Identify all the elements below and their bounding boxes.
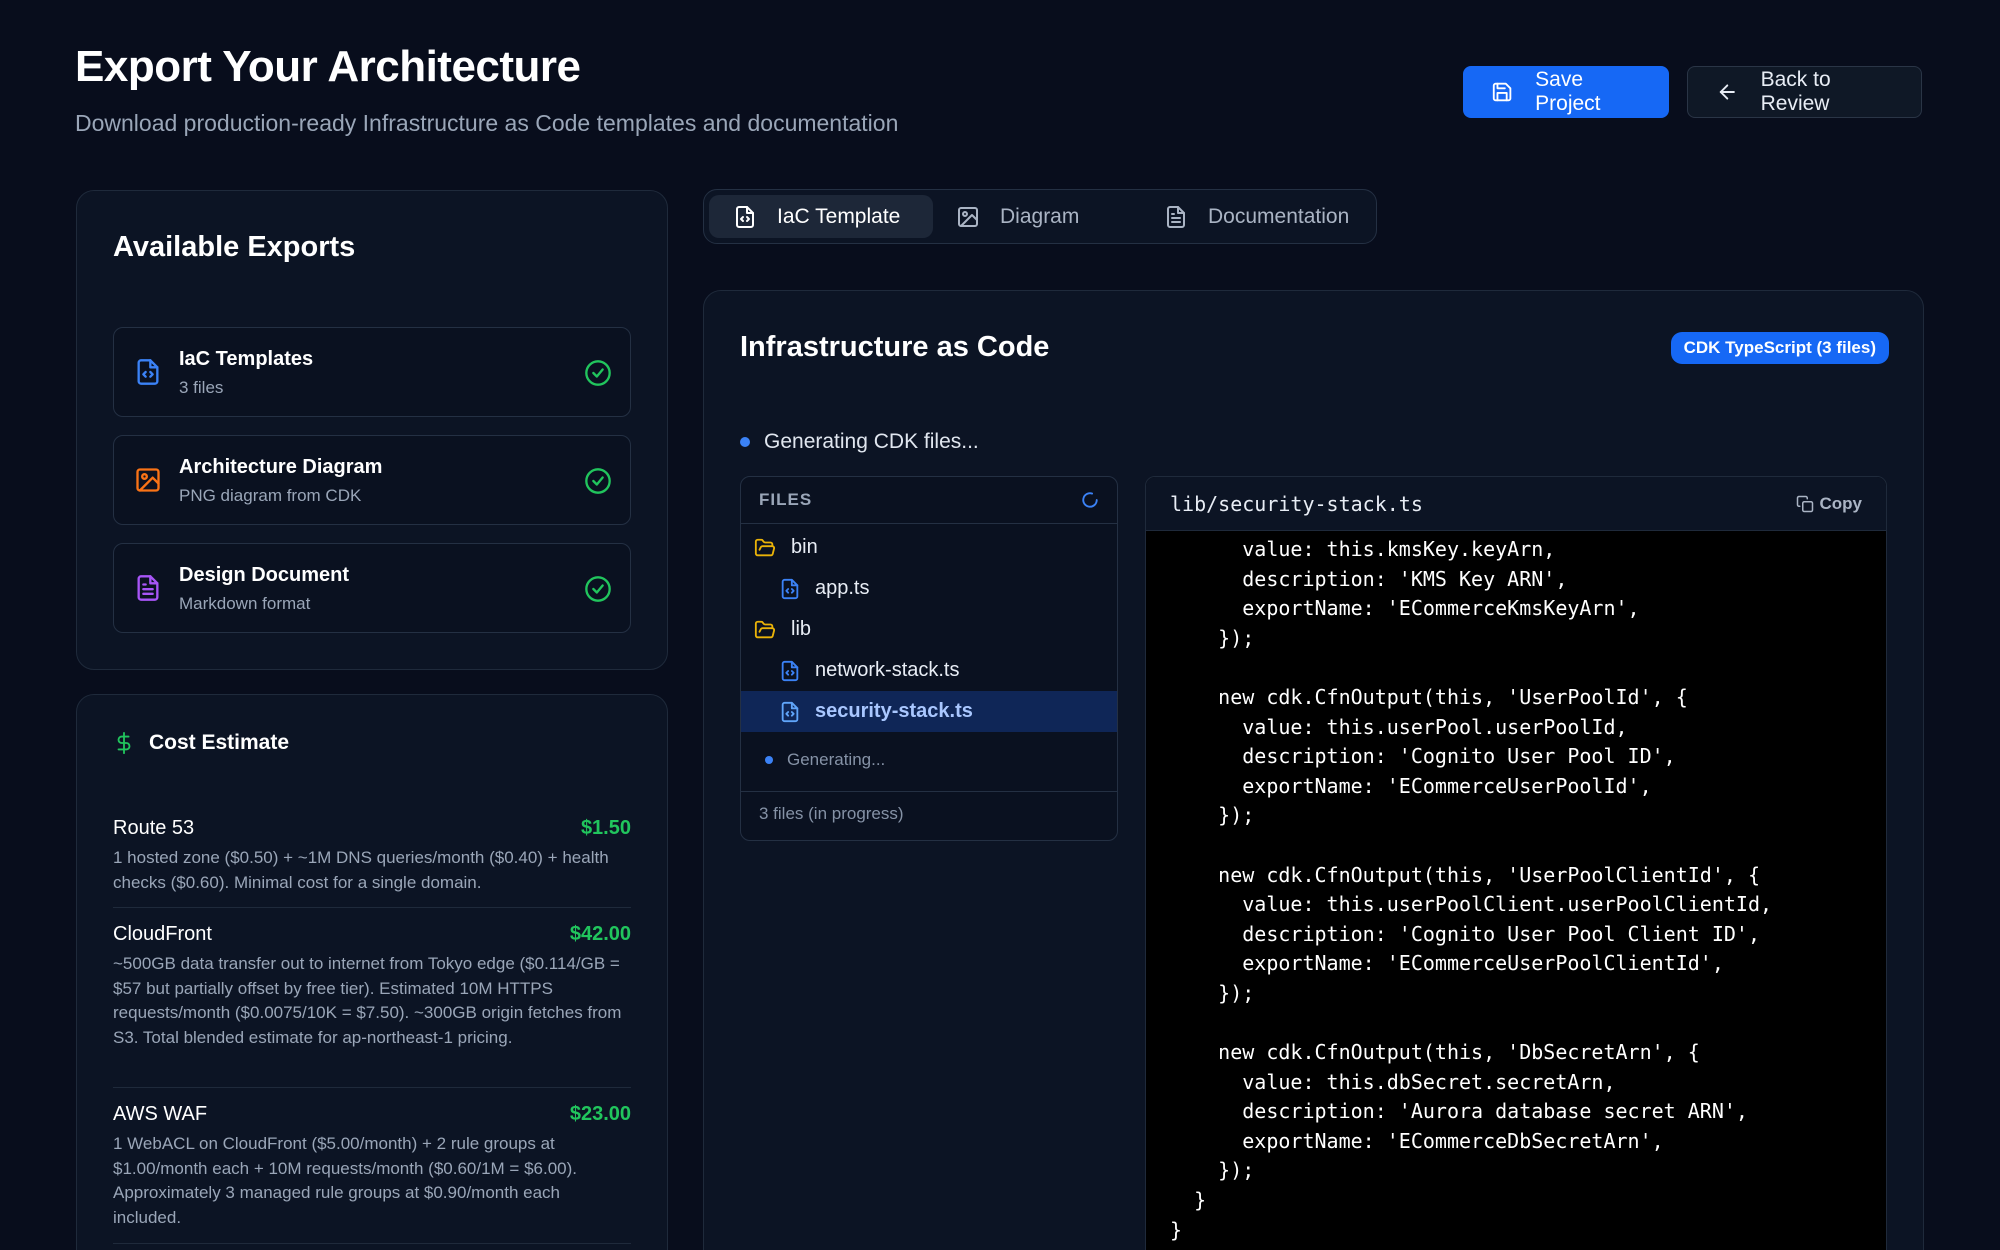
format-badge: CDK TypeScript (3 files) bbox=[1670, 332, 1889, 364]
tree-item-label: security-stack.ts bbox=[815, 700, 973, 722]
folder-open-icon bbox=[754, 620, 776, 638]
files-label: FILES bbox=[759, 490, 813, 509]
cost-service-name: Route 53 bbox=[113, 817, 195, 839]
back-to-review-label: Back to Review bbox=[1760, 68, 1831, 115]
check-circle-icon bbox=[584, 359, 612, 392]
file-text-icon bbox=[134, 574, 162, 607]
cost-service-name: AWS WAF bbox=[113, 1103, 208, 1125]
cost-note: 1 hosted zone ($0.50) + ~1M DNS queries/… bbox=[113, 848, 609, 892]
tab-label: Diagram bbox=[1000, 204, 1080, 228]
tree-item-label: app.ts bbox=[815, 577, 870, 599]
tree-file-network-stack-ts[interactable]: network-stack.ts bbox=[779, 650, 959, 691]
save-icon bbox=[1492, 82, 1512, 102]
loading-spinner-icon bbox=[1082, 492, 1098, 508]
page-header: Export Your Architecture Download produc… bbox=[75, 42, 898, 137]
cost-item-cloudfront: CloudFront $42.00 ~500GB data transfer o… bbox=[113, 923, 631, 1050]
cost-amount: $1.50 bbox=[580, 817, 631, 839]
file-code-icon bbox=[736, 205, 754, 228]
export-item-name: IaC Templates bbox=[179, 348, 314, 370]
tab-iac-template[interactable]: IaC Template bbox=[709, 195, 933, 238]
file-code-icon bbox=[781, 578, 799, 599]
generation-status-text: Generating CDK files... bbox=[764, 430, 979, 453]
cost-estimate-title: Cost Estimate bbox=[149, 731, 290, 754]
page-subtitle: Download production-ready Infrastructure… bbox=[75, 110, 899, 136]
folder-open-icon bbox=[754, 538, 776, 556]
files-footer: 3 files (in progress) bbox=[741, 791, 1117, 836]
cost-item-route53: Route 53 $1.50 1 hosted zone ($0.50) + ~… bbox=[113, 817, 631, 895]
code-viewer: lib/security-stack.ts Copy value: this.k… bbox=[1145, 476, 1887, 1250]
generating-indicator: Generating... bbox=[765, 750, 885, 770]
cost-estimate-panel: Cost Estimate Route 53 $1.50 1 hosted zo… bbox=[76, 694, 668, 1250]
export-item-name: Design Document bbox=[179, 564, 350, 586]
back-to-review-button[interactable]: Back to Review bbox=[1687, 66, 1922, 118]
export-item-design-document[interactable]: Design Document Markdown format bbox=[113, 543, 631, 633]
save-project-button[interactable]: Save Project bbox=[1463, 66, 1669, 118]
generating-dot bbox=[765, 756, 773, 764]
code-file-path: lib/security-stack.ts bbox=[1170, 491, 1423, 516]
cost-amount: $23.00 bbox=[569, 1103, 631, 1125]
copy-label: Copy bbox=[1819, 493, 1863, 513]
cost-amount: $42.00 bbox=[569, 923, 631, 945]
file-text-icon bbox=[1167, 205, 1185, 228]
cost-estimate-header: Cost Estimate bbox=[113, 731, 289, 755]
tree-file-app-ts[interactable]: app.ts bbox=[779, 568, 869, 609]
dollar-icon bbox=[117, 732, 131, 754]
generating-text: Generating... bbox=[787, 750, 886, 769]
save-project-label: Save Project bbox=[1535, 68, 1601, 115]
available-exports-title: Available Exports bbox=[113, 231, 356, 263]
cost-item-aws-waf: AWS WAF $23.00 1 WebACL on CloudFront ($… bbox=[113, 1103, 631, 1230]
cost-divider bbox=[113, 1243, 631, 1244]
files-header: FILES bbox=[741, 477, 1117, 524]
tab-label: Documentation bbox=[1208, 204, 1350, 228]
header-actions: Save Project Back to Review bbox=[1463, 66, 1922, 118]
tab-label: IaC Template bbox=[777, 204, 901, 228]
tree-folder-bin[interactable]: bin bbox=[753, 527, 818, 568]
cost-note: 1 WebACL on CloudFront ($5.00/month) + 2… bbox=[113, 1134, 578, 1227]
arrow-left-icon bbox=[1719, 84, 1735, 100]
export-item-desc: 3 files bbox=[179, 378, 224, 397]
code-content: value: this.kmsKey.keyArn, description: … bbox=[1170, 537, 1773, 1242]
check-circle-icon bbox=[584, 467, 612, 500]
copy-button[interactable]: Copy bbox=[1796, 493, 1863, 514]
image-icon bbox=[958, 206, 978, 227]
copy-icon bbox=[1796, 495, 1813, 512]
available-exports-panel: Available Exports IaC Templates 3 files … bbox=[76, 190, 668, 670]
export-item-iac-templates[interactable]: IaC Templates 3 files bbox=[113, 327, 631, 417]
cost-note: ~500GB data transfer out to internet fro… bbox=[113, 954, 622, 1047]
file-code-icon bbox=[781, 660, 799, 681]
export-item-architecture-diagram[interactable]: Architecture Diagram PNG diagram from CD… bbox=[113, 435, 631, 525]
tab-documentation[interactable]: Documentation bbox=[1164, 195, 1374, 238]
cost-divider bbox=[113, 907, 631, 908]
image-icon bbox=[134, 466, 162, 499]
export-item-name: Architecture Diagram bbox=[179, 456, 383, 478]
export-item-desc: PNG diagram from CDK bbox=[179, 486, 362, 505]
tree-item-label: lib bbox=[791, 618, 812, 640]
generation-status: Generating CDK files... bbox=[740, 430, 979, 454]
tab-diagram[interactable]: Diagram bbox=[956, 195, 1106, 238]
code-viewer-header: lib/security-stack.ts Copy bbox=[1146, 477, 1886, 531]
tree-item-label: bin bbox=[791, 536, 818, 558]
files-panel: FILES bin app.ts lib network-stack.ts se… bbox=[740, 476, 1118, 841]
cost-divider bbox=[113, 1087, 631, 1088]
export-tabs: IaC Template Diagram Documentation bbox=[703, 189, 1377, 244]
tree-folder-lib[interactable]: lib bbox=[753, 609, 811, 650]
export-item-desc: Markdown format bbox=[179, 594, 311, 613]
tree-item-label: network-stack.ts bbox=[815, 659, 960, 681]
iac-panel: Infrastructure as Code CDK TypeScript (3… bbox=[703, 290, 1924, 1250]
page-title: Export Your Architecture bbox=[75, 42, 581, 91]
tree-file-security-stack-ts[interactable]: security-stack.ts bbox=[741, 691, 1117, 732]
iac-title: Infrastructure as Code bbox=[740, 331, 1050, 363]
status-dot bbox=[740, 437, 750, 447]
cost-service-name: CloudFront bbox=[113, 923, 212, 945]
code-scroll-area[interactable]: value: this.kmsKey.keyArn, description: … bbox=[1146, 531, 1886, 1250]
check-circle-icon bbox=[584, 575, 612, 608]
file-code-icon bbox=[781, 701, 799, 722]
file-code-icon bbox=[134, 358, 162, 391]
